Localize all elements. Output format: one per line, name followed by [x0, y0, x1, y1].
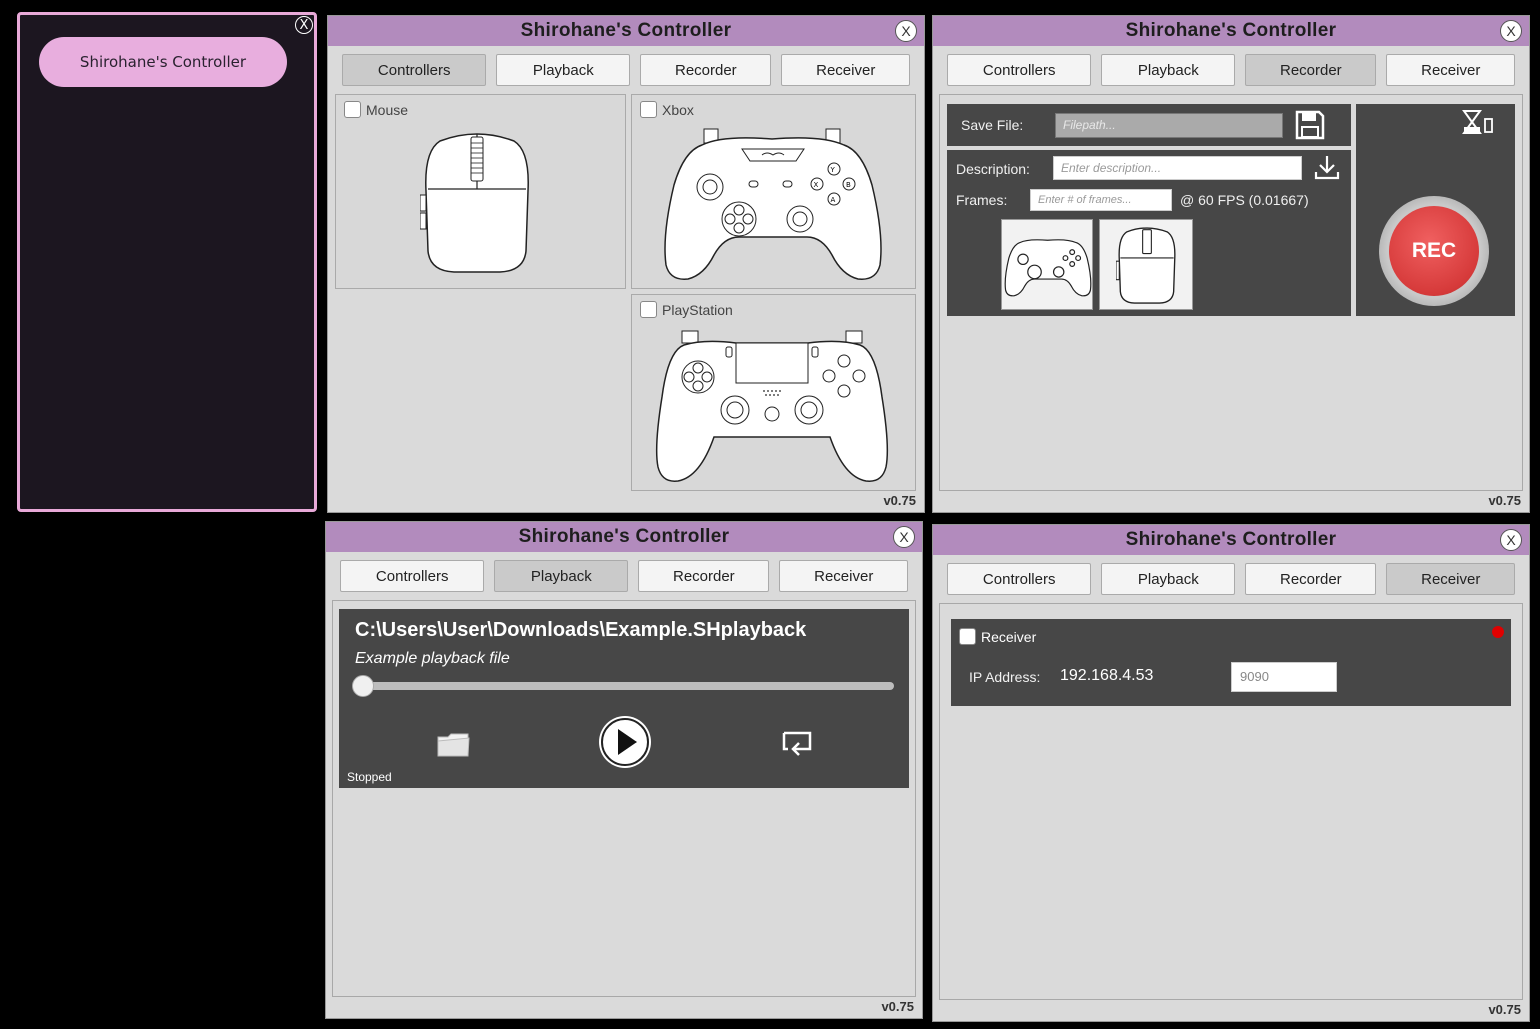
frames-label: Frames:	[956, 192, 1008, 208]
tab-recorder[interactable]: Recorder	[1245, 54, 1377, 86]
window-title: Shirohane's Controller	[328, 16, 924, 46]
tab-bar: Controllers Playback Recorder Receiver	[342, 54, 910, 86]
tab-playback[interactable]: Playback	[494, 560, 629, 592]
receiver-content: Receiver IP Address: 192.168.4.53 9090	[939, 603, 1523, 1000]
save-icon[interactable]	[1294, 109, 1326, 141]
window-title: Shirohane's Controller	[933, 525, 1529, 555]
svg-text:Y: Y	[830, 166, 836, 174]
hourglass-icon	[1462, 110, 1493, 134]
recorder-window: Shirohane's Controller X Controllers Pla…	[932, 15, 1530, 513]
close-button[interactable]: X	[895, 20, 917, 42]
tab-receiver[interactable]: Receiver	[781, 54, 910, 86]
recorder-content: Save File: Filepath... Description: Ente…	[939, 94, 1523, 491]
playback-filepath: C:\Users\User\Downloads\Example.SHplayba…	[355, 619, 807, 641]
filepath-input[interactable]: Filepath...	[1055, 113, 1283, 138]
window-title: Shirohane's Controller	[326, 522, 922, 552]
mouse-icon	[420, 133, 529, 273]
playstation-panel: PlayStation	[631, 294, 916, 491]
mouse-panel: Mouse	[335, 94, 626, 289]
playstation-label: PlayStation	[662, 301, 733, 318]
playback-window: Shirohane's Controller X Controllers Pla…	[325, 521, 923, 1019]
close-button[interactable]: X	[1500, 529, 1522, 551]
tab-receiver[interactable]: Receiver	[779, 560, 908, 592]
playback-content: C:\Users\User\Downloads\Example.SHplayba…	[332, 600, 916, 997]
close-button[interactable]: X	[1500, 20, 1522, 42]
record-panel: REC	[1356, 104, 1515, 316]
version-label: v0.75	[883, 493, 916, 508]
xbox-panel: Xbox Y X B A	[631, 94, 916, 289]
playstation-checkbox[interactable]	[640, 301, 657, 318]
receiver-label: Receiver	[981, 628, 1037, 645]
tab-recorder[interactable]: Recorder	[1245, 563, 1377, 595]
frames-input[interactable]: Enter # of frames...	[1030, 189, 1172, 211]
tab-bar: Controllers Playback Recorder Receiver	[340, 560, 908, 592]
svg-text:B: B	[846, 181, 851, 189]
xbox-controller-icon	[1004, 239, 1092, 297]
receiver-panel: Receiver IP Address: 192.168.4.53 9090	[951, 619, 1511, 706]
xbox-label: Xbox	[662, 101, 694, 118]
close-button[interactable]: X	[893, 526, 915, 548]
folder-icon[interactable]	[435, 729, 471, 759]
description-input[interactable]: Enter description...	[1053, 156, 1302, 180]
launcher-close-button[interactable]: X	[295, 16, 313, 34]
record-button[interactable]: REC	[1389, 206, 1479, 296]
version-label: v0.75	[1488, 1002, 1521, 1017]
mouse-label: Mouse	[366, 101, 409, 118]
tab-controllers[interactable]: Controllers	[340, 560, 485, 592]
tab-controllers[interactable]: Controllers	[947, 563, 1092, 595]
save-file-row: Save File: Filepath...	[947, 104, 1351, 146]
playback-description: Example playback file	[355, 650, 510, 667]
tab-controllers[interactable]: Controllers	[947, 54, 1092, 86]
save-file-label: Save File:	[961, 117, 1024, 133]
mouse-icon	[1116, 227, 1176, 304]
fps-text: @ 60 FPS (0.01667)	[1180, 192, 1309, 208]
tab-bar: Controllers Playback Recorder Receiver	[947, 54, 1515, 86]
xbox-controller-icon: Y X B A	[664, 128, 882, 280]
rec-button-ring: REC	[1379, 196, 1489, 306]
tab-playback[interactable]: Playback	[496, 54, 631, 86]
tab-controllers[interactable]: Controllers	[342, 54, 487, 86]
progress-track[interactable]	[357, 682, 894, 690]
receiver-window: Shirohane's Controller X Controllers Pla…	[932, 524, 1530, 1022]
playback-status: Stopped	[347, 770, 392, 784]
tab-playback[interactable]: Playback	[1101, 563, 1236, 595]
play-icon[interactable]	[598, 715, 652, 769]
tab-receiver[interactable]: Receiver	[1386, 563, 1515, 595]
version-label: v0.75	[1488, 493, 1521, 508]
xbox-checkbox[interactable]	[640, 101, 657, 118]
tab-recorder[interactable]: Recorder	[640, 54, 772, 86]
description-label: Description:	[956, 161, 1030, 177]
svg-text:X: X	[814, 181, 819, 189]
controllers-window: Shirohane's Controller X Controllers Pla…	[327, 15, 925, 513]
progress-thumb[interactable]	[352, 675, 374, 697]
tab-bar: Controllers Playback Recorder Receiver	[947, 563, 1515, 595]
open-controller-button[interactable]: Shirohane's Controller	[39, 37, 287, 87]
svg-text:A: A	[831, 196, 836, 204]
tab-recorder[interactable]: Recorder	[638, 560, 770, 592]
download-icon[interactable]	[1313, 153, 1341, 181]
loop-icon[interactable]	[779, 727, 815, 759]
connection-status-indicator	[1492, 626, 1504, 638]
ip-address-label: IP Address:	[969, 669, 1041, 685]
mouse-checkbox[interactable]	[344, 101, 361, 118]
ip-address-value: 192.168.4.53	[1060, 667, 1154, 684]
tab-playback[interactable]: Playback	[1101, 54, 1236, 86]
port-input[interactable]: 9090	[1231, 662, 1337, 692]
playstation-controller-icon	[655, 330, 889, 482]
xbox-source-tile[interactable]	[1001, 219, 1093, 310]
receiver-checkbox[interactable]	[959, 628, 976, 645]
tab-receiver[interactable]: Receiver	[1386, 54, 1515, 86]
version-label: v0.75	[881, 999, 914, 1014]
recording-options: Description: Enter description... Frames…	[947, 150, 1351, 316]
launcher-window: X Shirohane's Controller	[17, 12, 317, 512]
playback-panel: C:\Users\User\Downloads\Example.SHplayba…	[339, 609, 909, 788]
mouse-source-tile[interactable]	[1099, 219, 1193, 310]
window-title: Shirohane's Controller	[933, 16, 1529, 46]
